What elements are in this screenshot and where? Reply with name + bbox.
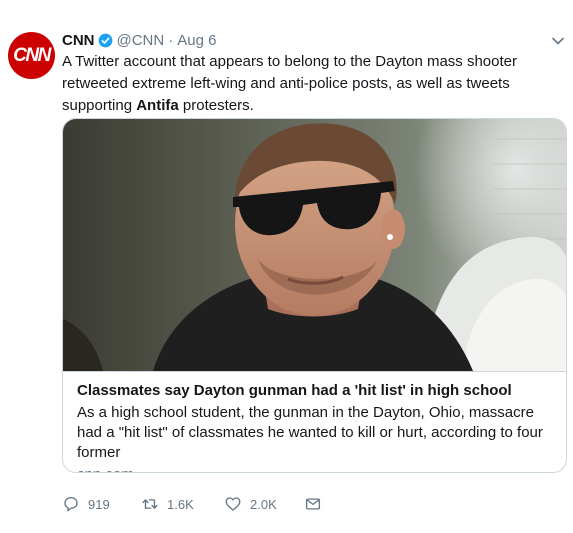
tweet-actions: 919 1.6K 2.0K [62,493,330,515]
verified-badge-icon [98,33,112,47]
card-image [63,119,566,371]
link-card[interactable]: Classmates say Dayton gunman had a 'hit … [62,118,567,473]
caret-down-icon[interactable] [551,34,565,48]
like-icon [225,497,241,511]
tweet-text: A Twitter account that appears to belong… [62,51,557,117]
card-domain: cnn.com [77,465,556,472]
reply-count: 919 [88,496,110,512]
retweet-count: 1.6K [167,496,194,512]
tweet-text-part-2: protesters. [178,97,254,114]
author-name[interactable]: CNN [62,32,95,49]
hashtag-antifa[interactable]: Antifa [136,97,179,114]
tweet-text-part-1: A Twitter account that appears to belong… [62,53,517,114]
card-description: As a high school student, the gunman in … [77,404,543,461]
tweet-header: CNN @CNN · Aug 6 [62,30,216,50]
like-count: 2.0K [250,496,277,512]
tweet-date[interactable]: Aug 6 [177,32,216,49]
header-separator: · [168,31,174,49]
reply-icon [64,496,78,512]
retweet-button[interactable]: 1.6K [141,493,224,515]
cnn-logo: CNN [13,44,51,66]
like-button[interactable]: 2.0K [224,493,304,515]
retweet-icon [142,499,158,510]
card-body: Classmates say Dayton gunman had a 'hit … [63,371,566,472]
avatar[interactable]: CNN [8,32,55,79]
share-button[interactable] [304,493,330,515]
share-icon [305,498,321,510]
author-handle[interactable]: @CNN [117,32,165,49]
reply-button[interactable]: 919 [62,493,141,515]
card-title[interactable]: Classmates say Dayton gunman had a 'hit … [77,381,556,401]
